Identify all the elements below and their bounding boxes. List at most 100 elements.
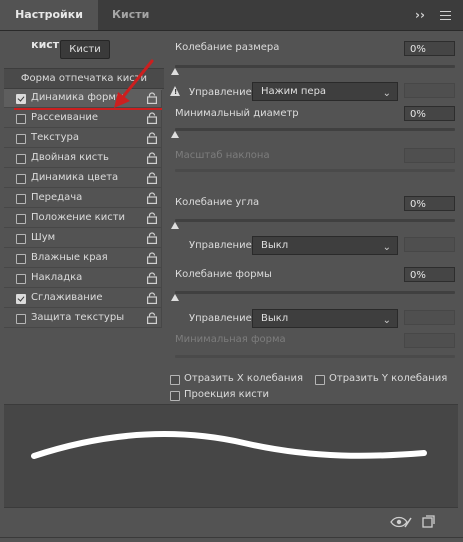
brush-option-item[interactable]: Текстура — [4, 129, 162, 148]
brush-option-label: Шум — [31, 232, 56, 243]
size-jitter-slider[interactable] — [175, 65, 455, 68]
brush-option-checkbox[interactable] — [16, 254, 26, 264]
divider — [161, 90, 162, 328]
tilt-scale-field — [404, 148, 455, 163]
tilt-scale-slider — [175, 169, 455, 172]
min-diameter-field[interactable]: 0% — [404, 106, 455, 121]
angle-control-select[interactable]: Выкл ⌄ — [252, 236, 398, 255]
chevron-down-icon: ⌄ — [382, 88, 391, 99]
brush-option-checkbox[interactable] — [16, 94, 26, 104]
flip-x-label: Отразить X колебания — [184, 373, 303, 384]
flip-x-checkbox[interactable] — [170, 375, 180, 385]
lock-icon[interactable] — [147, 252, 157, 264]
tab-brushes[interactable]: Кисти — [104, 0, 157, 30]
brush-option-label: Динамика цвета — [31, 172, 119, 183]
brush-option-label: Передача — [31, 192, 83, 203]
brush-option-label: Положение кисти — [31, 212, 126, 223]
brush-option-checkbox[interactable] — [16, 234, 26, 244]
lock-icon[interactable] — [147, 192, 157, 204]
min-diameter-label: Минимальный диаметр — [175, 108, 299, 119]
lock-icon[interactable] — [147, 172, 157, 184]
tab-brush-settings[interactable]: Настройки кисти — [0, 0, 98, 51]
lock-icon[interactable] — [147, 152, 157, 164]
brush-projection-checkbox[interactable] — [170, 391, 180, 401]
size-control-select[interactable]: Нажим пера ⌄ — [252, 82, 398, 101]
brush-option-checkbox[interactable] — [16, 294, 26, 304]
brush-projection-label: Проекция кисти — [184, 389, 270, 400]
chevron-down-icon: ⌄ — [382, 242, 391, 253]
size-control-extra-field — [404, 83, 455, 98]
brush-option-checkbox[interactable] — [16, 114, 26, 124]
brush-option-item[interactable]: Двойная кисть — [4, 149, 162, 168]
stroke-preview — [4, 404, 458, 508]
lock-icon[interactable] — [147, 292, 157, 304]
roundness-jitter-thumb[interactable] — [171, 294, 179, 301]
roundness-jitter-label: Колебание формы — [175, 269, 272, 280]
brush-option-item[interactable]: Сглаживание — [4, 289, 162, 308]
brush-option-label: Защита текстуры — [31, 312, 125, 323]
min-roundness-field — [404, 333, 455, 348]
brush-option-item[interactable]: Накладка — [4, 269, 162, 288]
brush-option-item[interactable]: Шум — [4, 229, 162, 248]
angle-jitter-label: Колебание угла — [175, 197, 260, 208]
brush-option-label: Сглаживание — [31, 292, 103, 303]
brush-option-item[interactable]: Влажные края — [4, 249, 162, 268]
brush-option-checkbox[interactable] — [16, 274, 26, 284]
bottom-divider — [0, 537, 463, 538]
size-control-label: Управление: — [189, 87, 256, 98]
lock-icon[interactable] — [147, 212, 157, 224]
angle-jitter-thumb[interactable] — [171, 222, 179, 229]
brush-option-checkbox[interactable] — [16, 194, 26, 204]
roundness-control-value: Выкл — [261, 313, 289, 324]
brush-option-label: Влажные края — [31, 252, 108, 263]
lock-icon[interactable] — [147, 232, 157, 244]
eye-brush-icon[interactable] — [390, 515, 412, 529]
warning-mark: ! — [174, 88, 178, 96]
brushes-button[interactable]: Кисти — [60, 40, 110, 59]
size-jitter-field[interactable]: 0% — [404, 41, 455, 56]
brush-option-checkbox[interactable] — [16, 314, 26, 324]
double-chevron-icon[interactable]: ›› — [415, 8, 425, 22]
brush-option-item[interactable]: Динамика цвета — [4, 169, 162, 188]
new-brush-icon[interactable] — [422, 515, 435, 528]
roundness-control-extra-field — [404, 310, 455, 325]
brush-option-item[interactable]: Защита текстуры — [4, 309, 162, 328]
lock-icon[interactable] — [147, 312, 157, 324]
roundness-control-label: Управление: — [189, 313, 256, 324]
roundness-jitter-slider[interactable] — [175, 291, 455, 294]
annotation-underline — [14, 108, 162, 110]
brush-option-label: Рассеивание — [31, 112, 99, 123]
annotation-arrow — [114, 59, 154, 108]
tab-bar: Настройки кисти Кисти ›› — [0, 0, 463, 51]
angle-jitter-slider[interactable] — [175, 219, 455, 222]
brush-option-checkbox[interactable] — [16, 134, 26, 144]
brush-option-checkbox[interactable] — [16, 154, 26, 164]
lock-icon[interactable] — [147, 272, 157, 284]
roundness-control-select[interactable]: Выкл ⌄ — [252, 309, 398, 328]
angle-control-label: Управление: — [189, 240, 256, 251]
angle-control-value: Выкл — [261, 240, 289, 251]
brush-option-item[interactable]: Передача — [4, 189, 162, 208]
menu-icon[interactable] — [440, 11, 451, 20]
stroke-preview-stroke — [31, 431, 427, 459]
brush-option-label: Двойная кисть — [31, 152, 109, 163]
size-control-value: Нажим пера — [261, 86, 327, 97]
brush-option-label: Текстура — [31, 132, 80, 143]
tilt-scale-label: Масштаб наклона — [175, 150, 270, 161]
min-roundness-label: Минимальная форма — [175, 334, 286, 345]
brush-option-label: Накладка — [31, 272, 83, 283]
flip-y-checkbox[interactable] — [315, 375, 325, 385]
min-diameter-thumb[interactable] — [171, 131, 179, 138]
flip-y-label: Отразить Y колебания — [329, 373, 448, 384]
min-diameter-slider[interactable] — [175, 128, 455, 131]
angle-control-extra-field — [404, 237, 455, 252]
size-jitter-thumb[interactable] — [171, 68, 179, 75]
brush-option-checkbox[interactable] — [16, 174, 26, 184]
size-jitter-label: Колебание размера — [175, 42, 280, 53]
brush-option-checkbox[interactable] — [16, 214, 26, 224]
chevron-down-icon: ⌄ — [382, 315, 391, 326]
roundness-jitter-field[interactable]: 0% — [404, 267, 455, 282]
angle-jitter-field[interactable]: 0% — [404, 196, 455, 211]
lock-icon[interactable] — [147, 132, 157, 144]
brush-option-item[interactable]: Положение кисти — [4, 209, 162, 228]
